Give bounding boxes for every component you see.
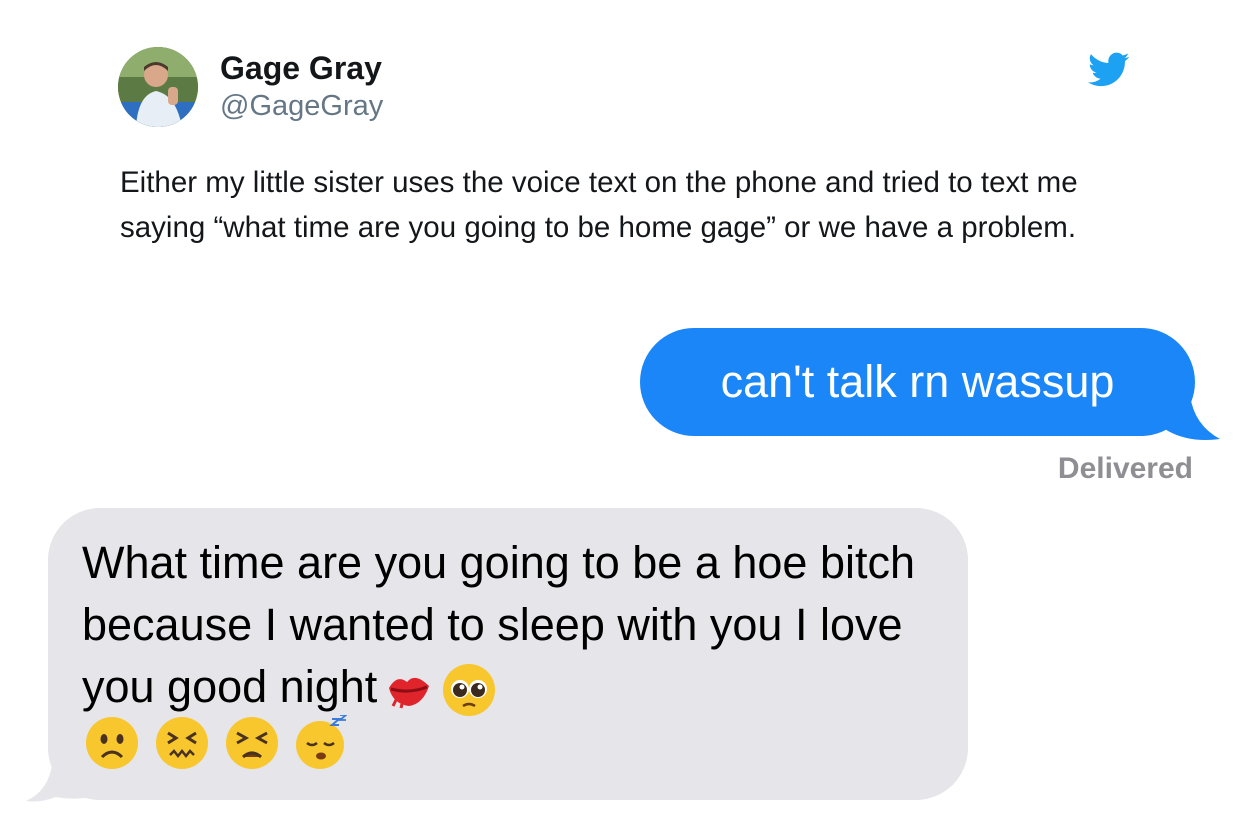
sleeping-face-emoji [294,715,350,771]
tweet-card: Gage Gray @GageGray Either my little sis… [0,0,1250,320]
profile-photo [118,47,198,127]
kiss-mark-emoji [383,664,435,716]
trailing-emoji-row [84,715,364,779]
author-name[interactable]: Gage Gray [220,50,382,87]
author-handle[interactable]: @GageGray [220,90,383,123]
twitter-bird-icon[interactable] [1088,52,1130,88]
persevering-face-emoji [224,715,280,771]
avatar[interactable] [118,47,198,127]
tweet-text: Either my little sister uses the voice t… [120,166,1078,244]
frowning-face-emoji [84,715,140,771]
confounded-face-emoji [154,715,210,771]
received-message-content: What time are you going to be a hoe bitc… [82,532,952,718]
sent-bubble-tail [1150,395,1220,440]
sent-message-bubble[interactable]: can't talk rn wassup [640,328,1195,436]
pleading-face-emoji [441,662,497,718]
received-message-text: What time are you going to be a hoe bitc… [82,537,916,712]
sent-message-text: can't talk rn wassup [720,356,1115,407]
delivery-status: Delivered [1057,452,1193,485]
